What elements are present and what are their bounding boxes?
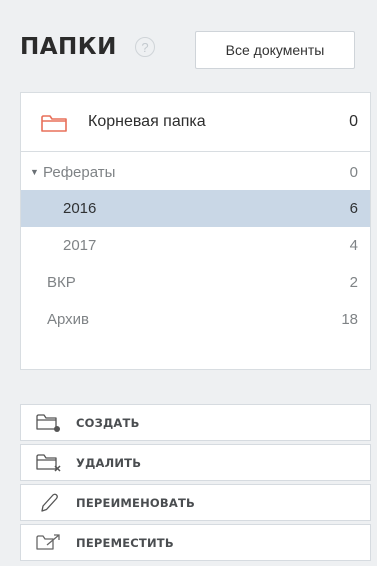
create-folder-button[interactable]: СОЗДАТЬ (20, 404, 371, 441)
folder-label: 2016 (63, 200, 97, 217)
chevron-down-icon[interactable]: ▼ (30, 167, 39, 177)
folder-icon (41, 114, 67, 137)
delete-folder-button[interactable]: УДАЛИТЬ (20, 444, 371, 481)
rename-folder-button[interactable]: ПЕРЕИМЕНОВАТЬ (20, 484, 371, 521)
action-label: ПЕРЕИМЕНОВАТЬ (76, 496, 195, 510)
folder-count: 6 (349, 200, 358, 217)
folder-row-arhiv[interactable]: Архив 18 (21, 301, 370, 338)
folder-label: Архив (47, 311, 90, 328)
folder-count: 4 (349, 237, 358, 254)
folder-row-2017[interactable]: 2017 4 (21, 227, 370, 264)
folder-add-icon (36, 413, 62, 438)
page-title: ПАПКИ (20, 34, 117, 60)
folder-row-2016[interactable]: 2016 6 (21, 190, 370, 227)
help-icon[interactable]: ? (135, 37, 155, 57)
folder-actions: СОЗДАТЬ УДАЛИТЬ ПЕРЕИМЕНОВАТЬ ПЕРЕМЕСТИТ… (20, 404, 371, 564)
all-documents-button[interactable]: Все документы (195, 31, 355, 69)
folders-header: ПАПКИ ? Все документы (0, 0, 377, 100)
folder-count: 18 (341, 311, 358, 328)
action-label: ПЕРЕМЕСТИТЬ (76, 536, 174, 550)
move-folder-button[interactable]: ПЕРЕМЕСТИТЬ (20, 524, 371, 561)
root-folder-row[interactable]: Корневая папка 0 (21, 93, 370, 152)
folder-label: ВКР (47, 274, 76, 291)
action-label: УДАЛИТЬ (76, 456, 142, 470)
folder-label: Рефераты (43, 164, 116, 181)
folder-count: 0 (349, 164, 358, 181)
root-folder-count: 0 (349, 113, 358, 130)
root-folder-label: Корневая папка (88, 113, 206, 130)
folder-move-icon (36, 533, 62, 558)
folder-row-referaty[interactable]: ▼ Рефераты 0 (21, 154, 370, 191)
pencil-icon (36, 493, 62, 518)
folder-count: 2 (349, 274, 358, 291)
action-label: СОЗДАТЬ (76, 416, 140, 430)
folder-label: 2017 (63, 237, 97, 254)
folder-delete-icon (36, 453, 62, 478)
folder-tree-panel: Корневая папка 0 ▼ Рефераты 0 2016 6 201… (20, 92, 371, 370)
folder-row-vkr[interactable]: ВКР 2 (21, 264, 370, 301)
